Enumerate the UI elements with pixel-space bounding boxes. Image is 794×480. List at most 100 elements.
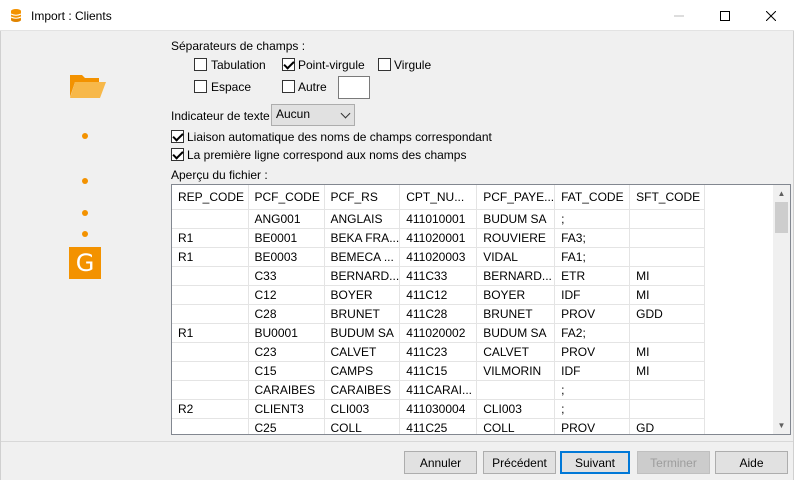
table-cell[interactable] xyxy=(172,304,249,324)
table-cell[interactable]: R2 xyxy=(172,399,249,419)
help-button[interactable]: Aide xyxy=(715,451,788,474)
table-cell[interactable]: MI xyxy=(629,266,706,286)
table-cell[interactable]: 411010001 xyxy=(399,209,478,229)
table-cell[interactable]: BERNARD... xyxy=(324,266,401,286)
table-cell[interactable]: CALVET xyxy=(324,342,401,362)
table-cell[interactable] xyxy=(629,399,706,419)
table-cell[interactable]: ANGLAIS xyxy=(324,209,401,229)
table-cell[interactable]: COLL xyxy=(324,418,401,434)
table-cell[interactable]: 411C33 xyxy=(399,266,478,286)
table-cell[interactable]: BE0001 xyxy=(248,228,325,248)
table-cell[interactable]: CALVET xyxy=(476,342,556,362)
table-cell[interactable]: ANG001 xyxy=(248,209,325,229)
table-cell[interactable]: ; xyxy=(554,209,631,229)
scroll-thumb[interactable] xyxy=(775,202,788,233)
table-cell[interactable]: BUDUM SA xyxy=(476,323,556,343)
point-virgule-checkbox[interactable] xyxy=(282,58,295,71)
table-cell[interactable] xyxy=(629,380,706,400)
table-cell[interactable]: GD xyxy=(629,418,706,434)
table-row[interactable]: CARAIBES CARAIBES 411CARAI...; xyxy=(172,380,706,400)
table-cell[interactable] xyxy=(172,285,249,305)
table-cell[interactable] xyxy=(476,380,556,400)
table-cell[interactable]: BRUNET xyxy=(476,304,556,324)
table-row[interactable]: ANG001 ANGLAIS 411010001 BUDUM SA; xyxy=(172,209,706,229)
table-cell[interactable]: BOYER xyxy=(324,285,401,305)
column-header[interactable]: PCF_PAYE... xyxy=(476,185,556,210)
table-cell[interactable]: FA3; xyxy=(554,228,631,248)
table-row[interactable]: C28 BRUNET 411C28 BRUNET PROV GDD xyxy=(172,304,706,324)
table-cell[interactable]: ; xyxy=(554,380,631,400)
table-cell[interactable]: CARAIBES xyxy=(248,380,325,400)
auto-link-checkbox[interactable] xyxy=(171,130,184,143)
table-cell[interactable]: C25 xyxy=(248,418,325,434)
table-cell[interactable]: BE0003 xyxy=(248,247,325,267)
column-header[interactable]: CPT_NU... xyxy=(399,185,478,210)
table-cell[interactable] xyxy=(629,323,706,343)
table-cell[interactable] xyxy=(172,342,249,362)
table-cell[interactable]: VILMORIN xyxy=(476,361,556,381)
column-header[interactable]: FAT_CODE xyxy=(554,185,631,210)
previous-button[interactable]: Précédent xyxy=(483,451,556,474)
table-cell[interactable]: 411CARAI... xyxy=(399,380,478,400)
maximize-button[interactable] xyxy=(702,0,748,31)
table-cell[interactable]: ; xyxy=(554,399,631,419)
table-row[interactable]: R1 BU0001 BUDUM SA 411020002 BUDUM SA FA2; xyxy=(172,323,706,343)
table-cell[interactable]: BERNARD... xyxy=(476,266,556,286)
table-cell[interactable]: PROV xyxy=(554,418,631,434)
table-cell[interactable]: 411C15 xyxy=(399,361,478,381)
table-cell[interactable]: R1 xyxy=(172,247,249,267)
table-cell[interactable]: FA1; xyxy=(554,247,631,267)
table-cell[interactable]: BOYER xyxy=(476,285,556,305)
table-cell[interactable] xyxy=(172,266,249,286)
scroll-down-arrow-icon[interactable]: ▼ xyxy=(773,417,790,434)
virgule-checkbox[interactable] xyxy=(378,58,391,71)
table-row[interactable]: R2 CLIENT3 CLI003 411030004 CLI003; xyxy=(172,399,706,419)
table-cell[interactable]: BU0001 xyxy=(248,323,325,343)
table-cell[interactable]: BEKA FRA... xyxy=(324,228,401,248)
table-cell[interactable]: R1 xyxy=(172,323,249,343)
table-cell[interactable] xyxy=(172,380,249,400)
table-cell[interactable]: 411C25 xyxy=(399,418,478,434)
table-cell[interactable] xyxy=(172,361,249,381)
table-cell[interactable]: 411030004 xyxy=(399,399,478,419)
table-cell[interactable]: MI xyxy=(629,361,706,381)
table-row[interactable]: C12 BOYER 411C12 BOYER IDF MI xyxy=(172,285,706,305)
minimize-button[interactable] xyxy=(656,0,702,31)
table-cell[interactable]: CAMPS xyxy=(324,361,401,381)
table-row[interactable]: R1 BE0003 BEMECA ... 411020003 VIDAL FA1; xyxy=(172,247,706,267)
table-row[interactable]: C25 COLL 411C25 COLL PROV GD xyxy=(172,418,706,434)
table-cell[interactable]: MI xyxy=(629,285,706,305)
table-cell[interactable]: ETR xyxy=(554,266,631,286)
vertical-scrollbar[interactable]: ▲ ▼ xyxy=(773,185,790,434)
column-header[interactable]: SFT_CODE xyxy=(629,185,706,210)
table-cell[interactable]: 411020001 xyxy=(399,228,478,248)
next-button[interactable]: Suivant xyxy=(560,451,630,474)
tabulation-checkbox[interactable] xyxy=(194,58,207,71)
table-cell[interactable]: BUDUM SA xyxy=(476,209,556,229)
table-cell[interactable]: BUDUM SA xyxy=(324,323,401,343)
table-cell[interactable]: GDD xyxy=(629,304,706,324)
finish-button[interactable]: Terminer xyxy=(637,451,710,474)
table-cell[interactable]: 411C23 xyxy=(399,342,478,362)
table-cell[interactable]: 411C28 xyxy=(399,304,478,324)
table-cell[interactable]: CLI003 xyxy=(324,399,401,419)
table-row[interactable]: C33 BERNARD... 411C33 BERNARD... ETR MI xyxy=(172,266,706,286)
table-cell[interactable]: R1 xyxy=(172,228,249,248)
table-cell[interactable]: BEMECA ... xyxy=(324,247,401,267)
table-cell[interactable]: CARAIBES xyxy=(324,380,401,400)
table-cell[interactable]: PROV xyxy=(554,342,631,362)
table-cell[interactable]: ROUVIERE xyxy=(476,228,556,248)
table-cell[interactable] xyxy=(172,418,249,434)
table-cell[interactable]: C28 xyxy=(248,304,325,324)
table-cell[interactable] xyxy=(629,247,706,267)
autre-checkbox[interactable] xyxy=(282,80,295,93)
espace-checkbox[interactable] xyxy=(194,80,207,93)
table-cell[interactable]: BRUNET xyxy=(324,304,401,324)
cancel-button[interactable]: Annuler xyxy=(404,451,477,474)
column-header[interactable]: PCF_RS xyxy=(324,185,401,210)
table-row[interactable]: C15 CAMPS 411C15 VILMORIN IDF MI xyxy=(172,361,706,381)
table-cell[interactable] xyxy=(629,228,706,248)
table-cell[interactable]: COLL xyxy=(476,418,556,434)
table-row[interactable]: R1 BE0001 BEKA FRA... 411020001 ROUVIERE FA3; xyxy=(172,228,706,248)
table-cell[interactable]: C23 xyxy=(248,342,325,362)
